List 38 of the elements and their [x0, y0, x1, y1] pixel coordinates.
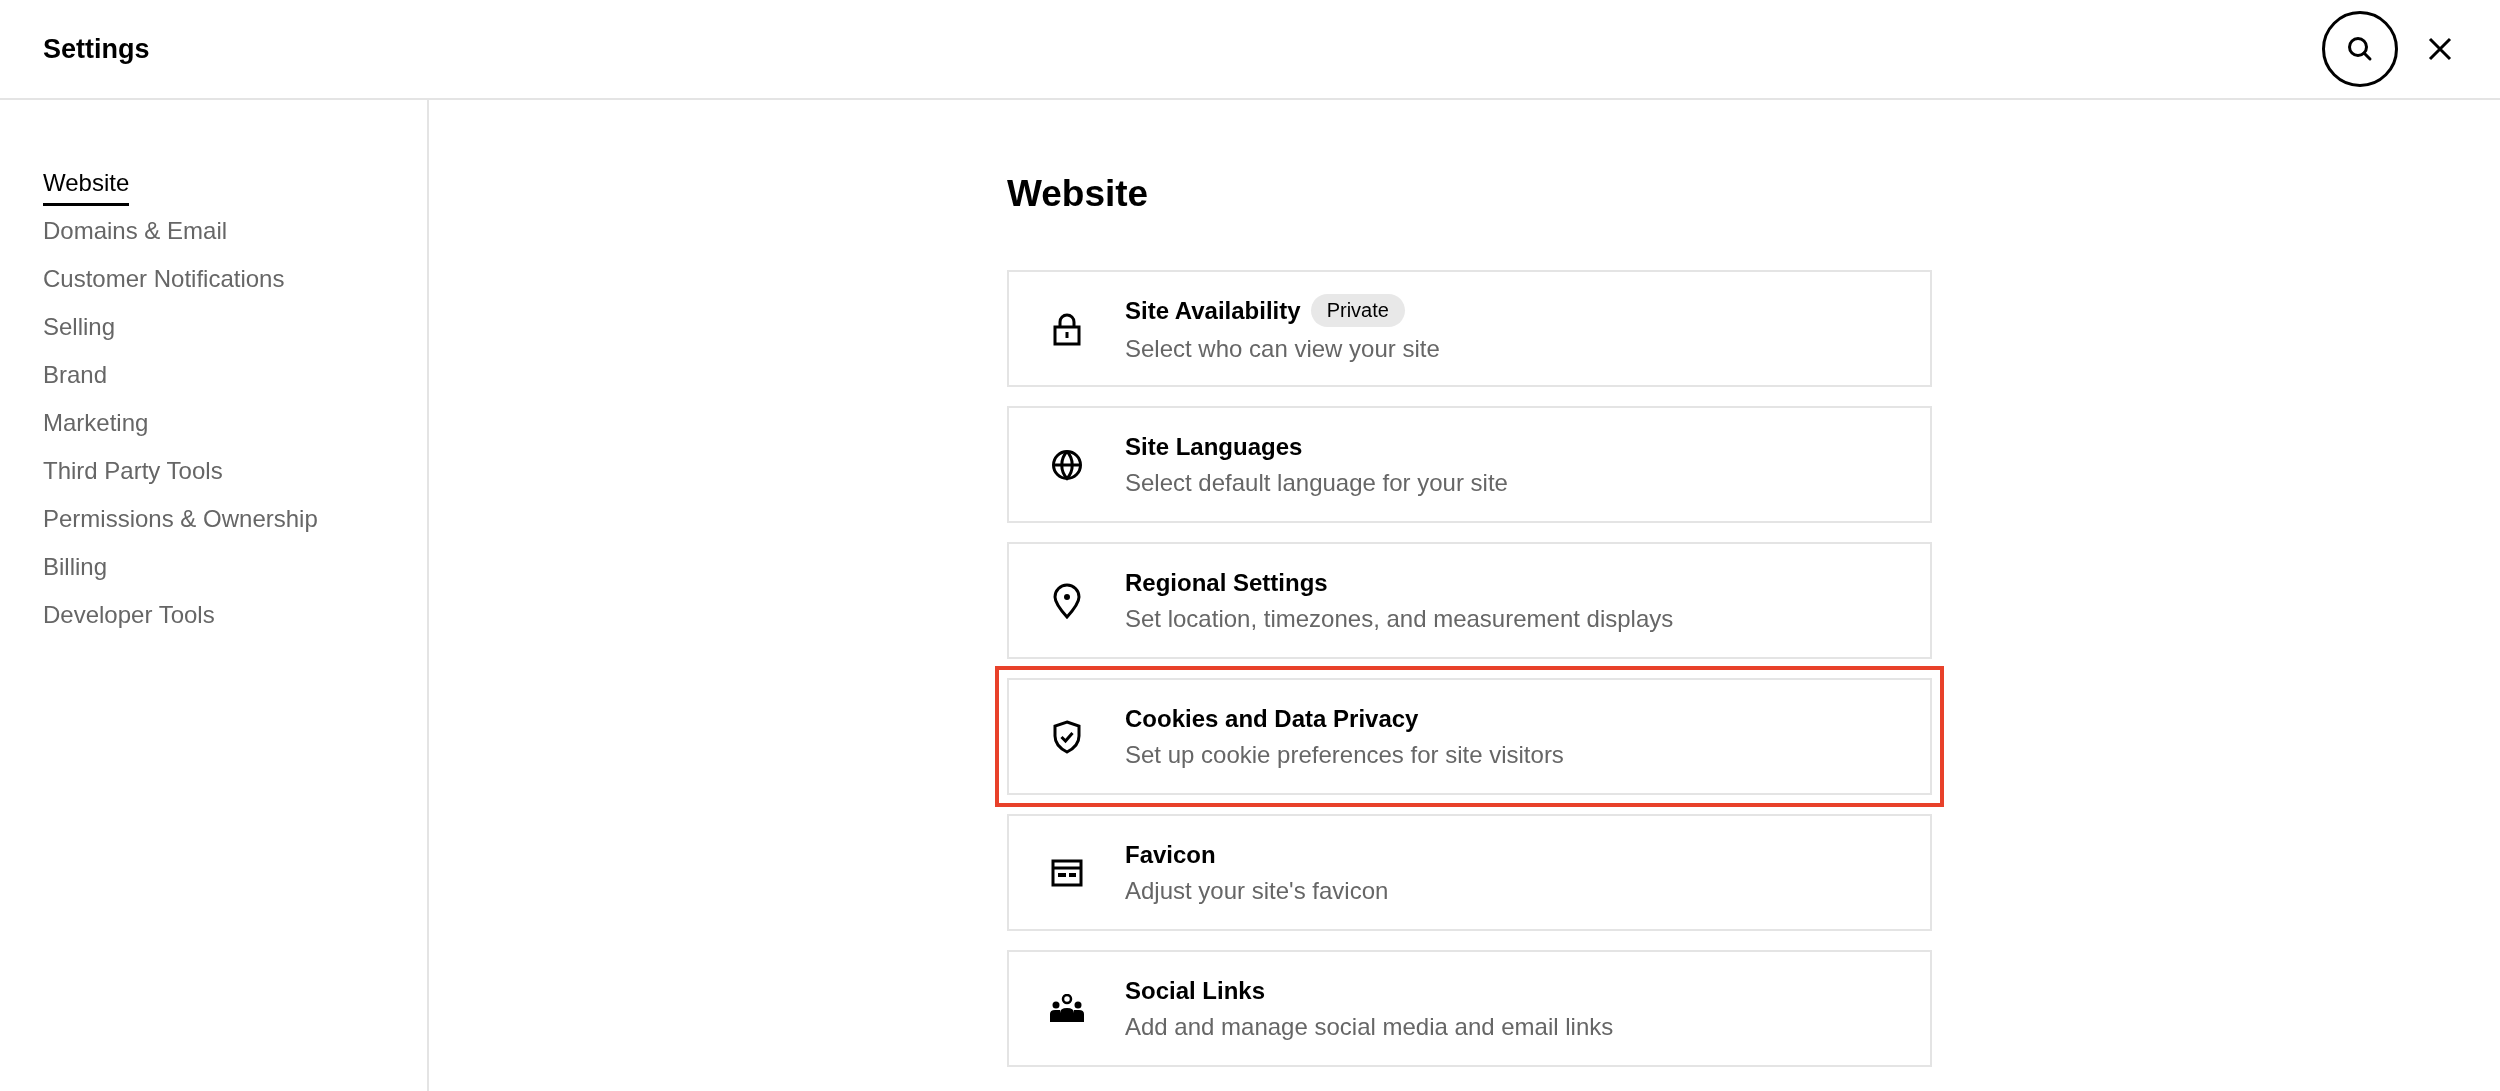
- card-title: Cookies and Data Privacy: [1125, 704, 1419, 733]
- settings-card[interactable]: Favicon Adjust your site's favicon: [1007, 814, 1932, 931]
- settings-card[interactable]: Social Links Add and manage social media and email links: [1007, 950, 1932, 1067]
- card-title: Site Availability: [1125, 296, 1301, 325]
- globe-icon: [1051, 448, 1083, 481]
- sidebar-item[interactable]: Brand: [43, 360, 108, 398]
- sidebar-item[interactable]: Selling: [43, 312, 116, 350]
- location-pin-icon: [1053, 582, 1081, 619]
- sidebar-item[interactable]: Developer Tools: [43, 600, 215, 638]
- section-heading: Website: [1007, 172, 1150, 216]
- card-description: Set location, timezones, and measurement displays: [1125, 604, 1674, 633]
- card-description: Add and manage social media and email links: [1125, 1012, 1614, 1041]
- settings-card[interactable]: Site Languages Select default language for your site: [1007, 406, 1932, 523]
- settings-card[interactable]: Cookies and Data Privacy Set up cookie preferences for site visitors: [995, 666, 1944, 807]
- card-description: Set up cookie preferences for site visitors: [1125, 740, 1564, 769]
- card-title: Social Links: [1125, 976, 1266, 1005]
- card-description: Select who can view your site: [1125, 335, 1440, 363]
- shield-check-icon: [1052, 719, 1082, 754]
- status-badge: Private: [1310, 294, 1405, 327]
- card-title: Site Languages: [1125, 432, 1303, 461]
- sidebar-item[interactable]: Marketing: [43, 408, 149, 446]
- lock-icon: [1052, 311, 1082, 346]
- sidebar-item[interactable]: Billing: [43, 552, 108, 590]
- card-description: Adjust your site's favicon: [1125, 876, 1389, 905]
- settings-card[interactable]: Regional Settings Set location, timezones, and measurement displays: [1007, 542, 1932, 659]
- sidebar-item[interactable]: Third Party Tools: [43, 456, 223, 494]
- card-description: Select default language for your site: [1125, 468, 1508, 497]
- sidebar-item[interactable]: Domains & Email: [43, 216, 228, 254]
- people-icon: [1049, 993, 1085, 1024]
- settings-card[interactable]: Site Availability Private Select who can view your site: [1007, 270, 1932, 387]
- sidebar-item[interactable]: Website: [43, 168, 130, 206]
- card-title: Regional Settings: [1125, 568, 1328, 597]
- close-icon: [2428, 37, 2452, 61]
- sidebar-item[interactable]: Permissions & Ownership: [43, 504, 318, 542]
- browser-window-icon: [1051, 858, 1083, 887]
- page-title: Settings: [43, 33, 150, 65]
- card-title: Favicon: [1125, 840, 1216, 869]
- sidebar-item[interactable]: Customer Notifications: [43, 264, 285, 302]
